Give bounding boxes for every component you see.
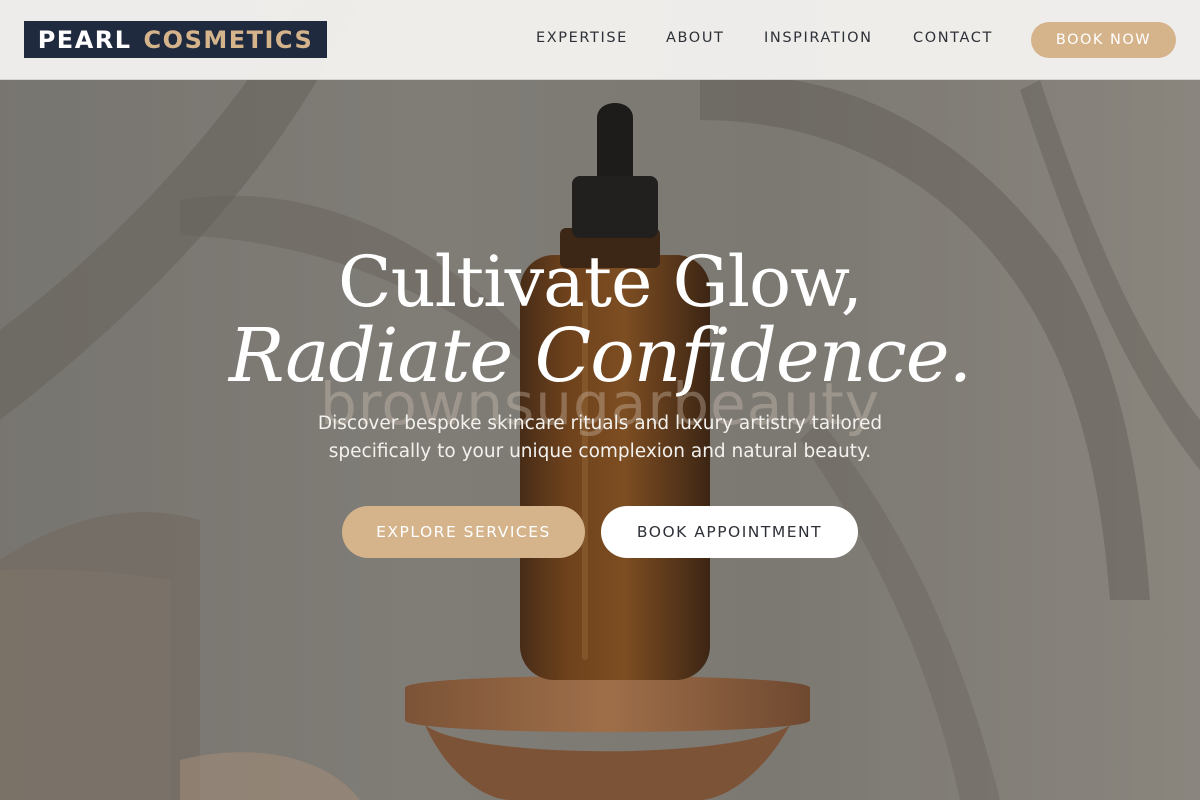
hero-subtext-line1: Discover bespoke skincare rituals and lu…: [317, 413, 883, 434]
hero-headline-line2: Radiate Confidence.: [228, 313, 972, 399]
nav-about[interactable]: ABOUT: [666, 30, 725, 46]
nav-expertise[interactable]: EXPERTISE: [536, 30, 628, 46]
nav-contact[interactable]: CONTACT: [913, 30, 993, 46]
book-appointment-button[interactable]: BOOK APPOINTMENT: [601, 506, 858, 558]
book-now-button[interactable]: BOOK NOW: [1031, 22, 1176, 58]
nav-inspiration[interactable]: INSPIRATION: [764, 30, 873, 46]
hero-subtext-line2: specifically to your unique complexion a…: [328, 441, 872, 462]
site-header: PEARL COSMETICS EXPERTISE ABOUT INSPIRAT…: [0, 0, 1200, 80]
main-nav: EXPERTISE ABOUT INSPIRATION CONTACT: [0, 0, 1200, 80]
explore-services-button[interactable]: EXPLORE SERVICES: [342, 506, 585, 558]
hero-subtext: Discover bespoke skincare rituals and lu…: [0, 410, 1200, 466]
